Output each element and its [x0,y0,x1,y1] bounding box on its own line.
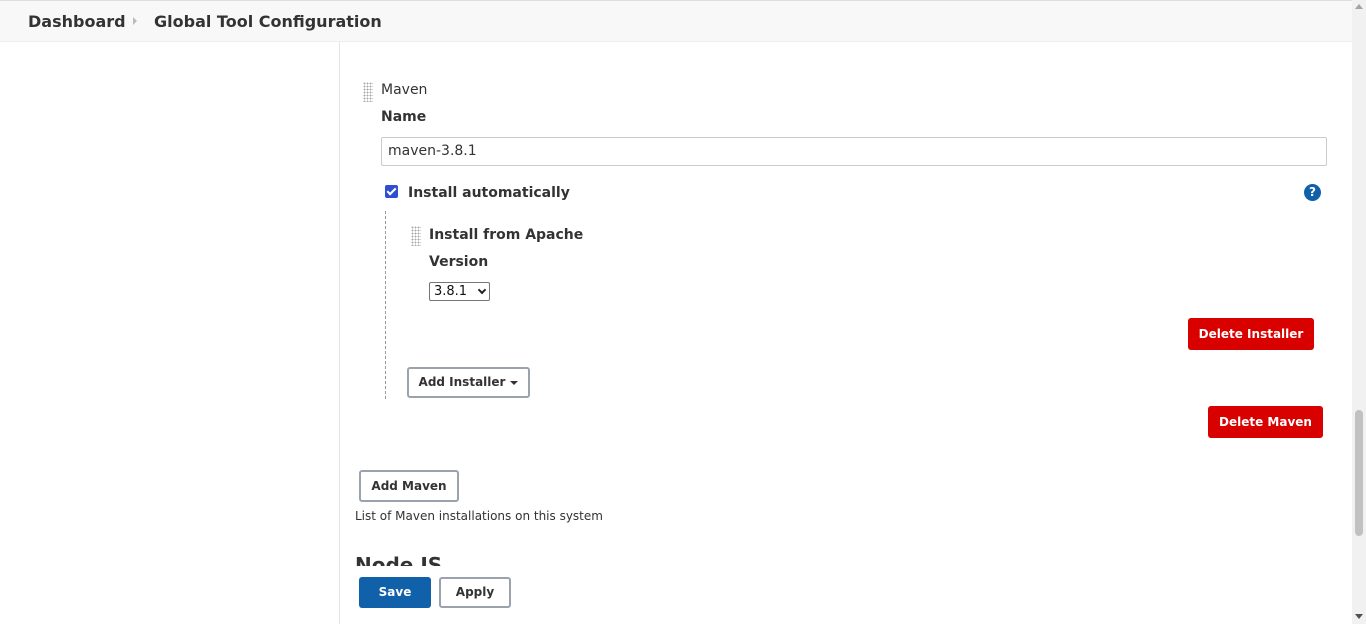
version-select-value: 3.8.1 [434,284,468,299]
install-automatically-checkbox[interactable] [385,185,398,198]
maven-section-label: Maven [381,82,428,98]
apply-button[interactable]: Apply [439,577,511,608]
name-label: Name [381,109,427,125]
scroll-down-icon[interactable] [1355,614,1363,619]
installer-title: Install from Apache [429,227,584,243]
installer-drag-handle-icon[interactable] [411,226,421,246]
sidebar [0,42,340,624]
help-icon[interactable]: ? [1304,184,1321,201]
add-installer-label: Add Installer [418,375,506,389]
main-content: Maven Name maven-3.8.1 Install automatic… [340,42,1352,624]
drag-handle-icon[interactable] [363,82,373,102]
version-label: Version [429,254,489,270]
breadcrumb-separator-icon [133,17,137,25]
breadcrumb-global-tool-configuration[interactable]: Global Tool Configuration [154,12,382,31]
breadcrumb-bar: Dashboard Global Tool Configuration [0,0,1352,42]
scrollbar-thumb[interactable] [1355,410,1363,536]
scroll-up-icon[interactable] [1355,4,1363,9]
maven-name-input[interactable]: maven-3.8.1 [381,137,1327,166]
delete-installer-button[interactable]: Delete Installer [1188,318,1314,350]
breadcrumb-dashboard[interactable]: Dashboard [28,12,126,31]
node-js-heading: Node JS [355,553,443,566]
chevron-down-icon [477,285,487,295]
save-button[interactable]: Save [359,577,431,608]
add-maven-button[interactable]: Add Maven [359,470,459,502]
add-installer-button[interactable]: Add Installer [407,367,530,398]
install-automatically-label: Install automatically [408,185,570,201]
delete-maven-button[interactable]: Delete Maven [1208,406,1323,438]
installer-group-divider [385,211,386,399]
scrollbar[interactable] [1352,0,1366,624]
maven-description: List of Maven installations on this syst… [355,509,603,523]
version-select[interactable]: 3.8.1 [429,282,490,301]
caret-down-icon [510,380,519,385]
